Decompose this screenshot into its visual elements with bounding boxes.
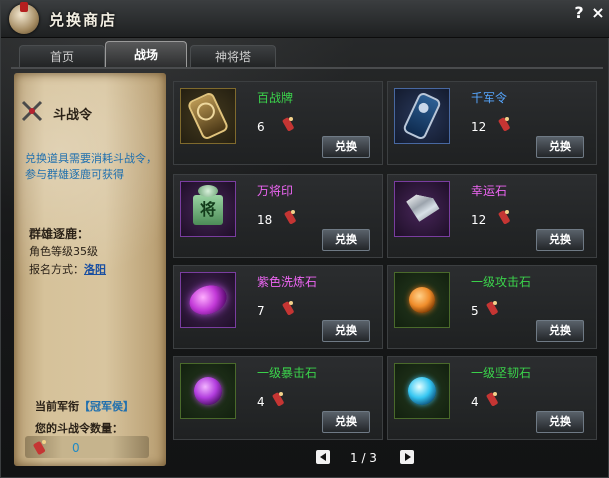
- item-name: 万将印: [257, 184, 294, 198]
- item-name: 一级暴击石: [257, 366, 318, 380]
- rank-row: 当前军衔【冠军侯】: [35, 398, 134, 414]
- item-name: 紫色洗炼石: [257, 275, 318, 289]
- item-qty: 18: [257, 213, 273, 227]
- panel-description: 兑换道具需要消耗斗战令，参与群雄逐鹿可获得: [25, 152, 157, 181]
- item-qty: 4: [471, 395, 479, 409]
- token-icon: [498, 210, 510, 224]
- token-icon: [282, 301, 294, 315]
- redeem-button[interactable]: 兑换: [536, 320, 584, 342]
- item-slot: [180, 272, 236, 328]
- item-slot: [394, 88, 450, 144]
- item-qty: 12: [471, 120, 487, 134]
- token-icon: [272, 392, 284, 406]
- item-qty: 6: [257, 120, 265, 134]
- requirement-text: 角色等级35级: [29, 245, 98, 258]
- item-slot: [180, 363, 236, 419]
- shop-logo-icon: [9, 2, 39, 34]
- event-title: 群雄逐鹿：: [29, 227, 90, 241]
- item-card: 将 万将印 18 兑换: [173, 174, 383, 258]
- token-icon: [486, 392, 498, 406]
- redeem-button[interactable]: 兑换: [322, 411, 370, 433]
- signup-place-link[interactable]: 洛阳: [84, 263, 106, 276]
- item-name: 百战牌: [257, 91, 294, 105]
- item-slot: [394, 181, 450, 237]
- item-slot: [394, 363, 450, 419]
- item-name: 幸运石: [471, 184, 508, 198]
- redeem-button[interactable]: 兑换: [322, 136, 370, 158]
- redeem-button[interactable]: 兑换: [322, 229, 370, 251]
- purple-oval-gem-icon: [185, 280, 231, 320]
- item-slot: 将: [180, 181, 236, 237]
- item-card: 千军令 12 兑换: [387, 81, 597, 165]
- item-card: 一级暴击石 4 兑换: [173, 356, 383, 440]
- tab-god-tower[interactable]: 神将塔: [190, 45, 276, 67]
- window-title: 兑换商店: [49, 11, 118, 29]
- crossed-swords-icon: [21, 100, 43, 122]
- item-name: 一级攻击石: [471, 275, 532, 289]
- orange-gem-icon: [409, 287, 435, 313]
- prev-page-button[interactable]: [316, 450, 330, 464]
- next-page-button[interactable]: [400, 450, 414, 464]
- blue-gem-icon: [408, 377, 436, 405]
- tab-battlefield[interactable]: 战场: [105, 41, 187, 68]
- rank-value: 【冠军侯】: [79, 400, 134, 413]
- redeem-button[interactable]: 兑换: [536, 411, 584, 433]
- item-card: 一级攻击石 5 兑换: [387, 265, 597, 349]
- plaque-blue-icon: [401, 90, 443, 142]
- close-button[interactable]: ×: [590, 5, 606, 21]
- token-icon: [33, 440, 46, 455]
- item-card: 幸运石 12 兑换: [387, 174, 597, 258]
- redeem-button[interactable]: 兑换: [536, 136, 584, 158]
- redeem-button[interactable]: 兑换: [536, 229, 584, 251]
- page-indicator: 1 / 3: [350, 451, 377, 465]
- purple-gem-icon: [194, 377, 222, 405]
- tab-divider: [11, 67, 603, 69]
- signup-row: 报名方式：洛阳: [29, 261, 106, 277]
- rank-label: 当前军衔: [35, 400, 79, 413]
- item-name: 一级坚韧石: [471, 366, 532, 380]
- help-button[interactable]: ?: [571, 5, 587, 21]
- item-qty: 5: [471, 304, 479, 318]
- item-qty: 12: [471, 213, 487, 227]
- diamond-icon: [403, 193, 442, 226]
- item-card: 紫色洗炼石 7 兑换: [173, 265, 383, 349]
- item-card: 一级坚韧石 4 兑换: [387, 356, 597, 440]
- shop-window: 兑换商店 ? × 首页 战场 神将塔 斗战令 兑换道具需要消耗斗战令，参与群雄逐…: [0, 0, 609, 478]
- item-name: 千军令: [471, 91, 508, 105]
- panel-title: 斗战令: [53, 108, 93, 123]
- signup-label: 报名方式：: [29, 263, 84, 276]
- plaque-gold-icon: [186, 91, 230, 141]
- jade-seal-icon: 将: [193, 185, 223, 226]
- item-qty: 7: [257, 304, 265, 318]
- item-slot: [394, 272, 450, 328]
- token-icon: [486, 301, 498, 315]
- token-count: 0: [72, 441, 80, 455]
- item-slot: [180, 88, 236, 144]
- item-card: 百战牌 6 兑换: [173, 81, 383, 165]
- token-label: 您的斗战令数量：: [35, 422, 123, 435]
- tab-home[interactable]: 首页: [19, 45, 105, 67]
- title-bar: 兑换商店 ? ×: [1, 1, 609, 38]
- token-icon: [282, 117, 294, 131]
- item-qty: 4: [257, 395, 265, 409]
- token-icon: [498, 117, 510, 131]
- token-icon: [284, 210, 296, 224]
- redeem-button[interactable]: 兑换: [322, 320, 370, 342]
